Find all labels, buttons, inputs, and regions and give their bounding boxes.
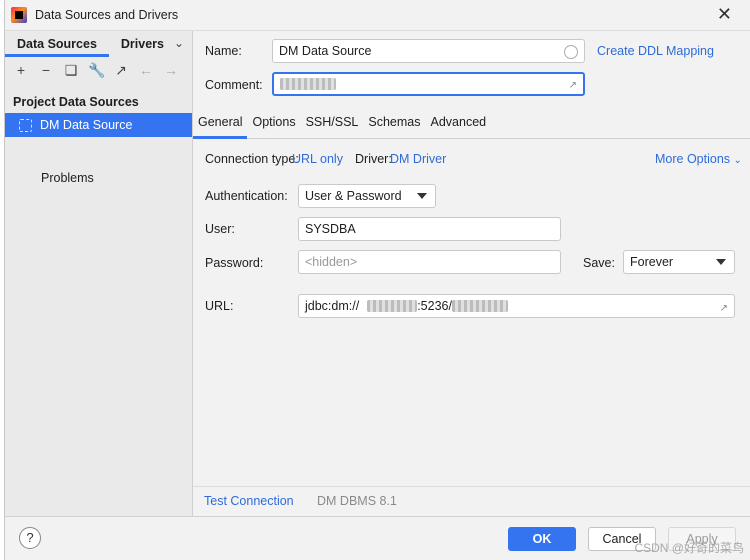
tab-advanced[interactable]: Advanced [426,107,492,139]
help-icon[interactable]: ? [19,527,41,549]
sidebar-tabs: Data Sources Drivers ⌄ [5,31,192,57]
duplicate-icon[interactable]: ❏ [63,62,79,79]
connection-type-label: Connection type: [205,152,299,166]
authentication-select[interactable]: User & Password [298,184,436,208]
tab-data-sources[interactable]: Data Sources [5,31,109,57]
add-icon[interactable]: + [13,62,29,78]
authentication-label: Authentication: [205,189,288,203]
user-label: User: [205,222,235,236]
user-field[interactable]: SYSDBA [298,217,561,241]
comment-label: Comment: [205,78,263,92]
password-field[interactable]: <hidden> [298,250,561,274]
sidebar-item-dm-data-source[interactable]: DM Data Source [5,113,192,137]
back-arrow-icon[interactable]: ← [138,62,154,78]
name-label: Name: [205,44,242,58]
redacted-database [451,300,508,312]
save-value: Forever [630,255,674,269]
ok-button[interactable]: OK [508,527,576,551]
name-field[interactable]: DM Data Source [272,39,585,63]
chevron-down-icon: ⌄ [733,155,742,166]
redacted-host [367,300,418,312]
tab-ssh-ssl[interactable]: SSH/SSL [301,107,364,139]
dropdown-caret-icon [417,193,427,199]
dbms-version: DM DBMS 8.1 [317,494,397,508]
data-source-icon [19,118,32,132]
settings-tabs: General Options SSH/SSL Schemas Advanced [193,107,750,139]
tab-drivers[interactable]: Drivers [109,31,176,57]
tab-general[interactable]: General [193,107,248,139]
sidebar: Data Sources Drivers ⌄ + − ❏ 🔧 ↗ ← → Pro… [5,31,193,516]
save-label: Save: [583,256,615,270]
password-placeholder: <hidden> [305,255,358,269]
settings-wrench-icon[interactable]: 🔧 [88,62,105,79]
expand-icon[interactable]: ↗ [569,80,577,91]
user-value: SYSDBA [305,222,356,236]
color-picker-icon[interactable] [564,45,578,59]
window-title: Data Sources and Drivers [35,8,179,22]
chevron-down-icon[interactable]: ⌄ [174,36,184,50]
save-select[interactable]: Forever [623,250,735,274]
url-port: :5236/ [417,299,452,313]
navigate-icon[interactable]: ↗ [113,62,129,79]
more-options-label: More Options [655,152,731,166]
redacted-comment [280,78,336,90]
comment-field[interactable]: ↗ [272,72,585,96]
url-field[interactable]: jdbc:dm:// :5236/ ↗ [298,294,735,318]
tab-options[interactable]: Options [247,107,300,139]
driver-value[interactable]: DM Driver [390,152,446,166]
create-ddl-mapping-link[interactable]: Create DDL Mapping [597,44,714,58]
driver-label: Driver: [355,152,392,166]
sidebar-item-label: DM Data Source [40,118,133,132]
title-bar: Data Sources and Drivers ✕ [5,0,750,31]
url-prefix: jdbc:dm:// [305,299,360,313]
expand-icon[interactable]: ↗ [720,303,728,314]
name-value: DM Data Source [279,44,372,58]
watermark: CSDN @好奇的菜鸟 [634,541,744,555]
bottom-info-bar: Test Connection DM DBMS 8.1 [193,486,750,516]
sidebar-toolbar: + − ❏ 🔧 ↗ ← → [5,57,192,83]
forward-arrow-icon[interactable]: → [163,62,179,78]
dialog-footer: ? OK Cancel Apply CSDN @好奇的菜鸟 [5,516,750,560]
test-connection-link[interactable]: Test Connection [204,494,294,508]
close-icon[interactable]: ✕ [717,5,732,23]
section-title: Project Data Sources [13,95,139,109]
remove-icon[interactable]: − [38,62,54,78]
dropdown-caret-icon [716,259,726,265]
more-options-link[interactable]: More Options ⌄ [655,152,742,166]
main-panel: Name: DM Data Source Create DDL Mapping … [193,31,750,516]
url-label: URL: [205,299,234,313]
tab-schemas[interactable]: Schemas [363,107,425,139]
connection-type-value[interactable]: URL only [292,152,343,166]
app-logo-icon [11,7,27,23]
password-label: Password: [205,256,264,270]
authentication-value: User & Password [305,189,402,203]
problems-item[interactable]: Problems [41,171,94,185]
